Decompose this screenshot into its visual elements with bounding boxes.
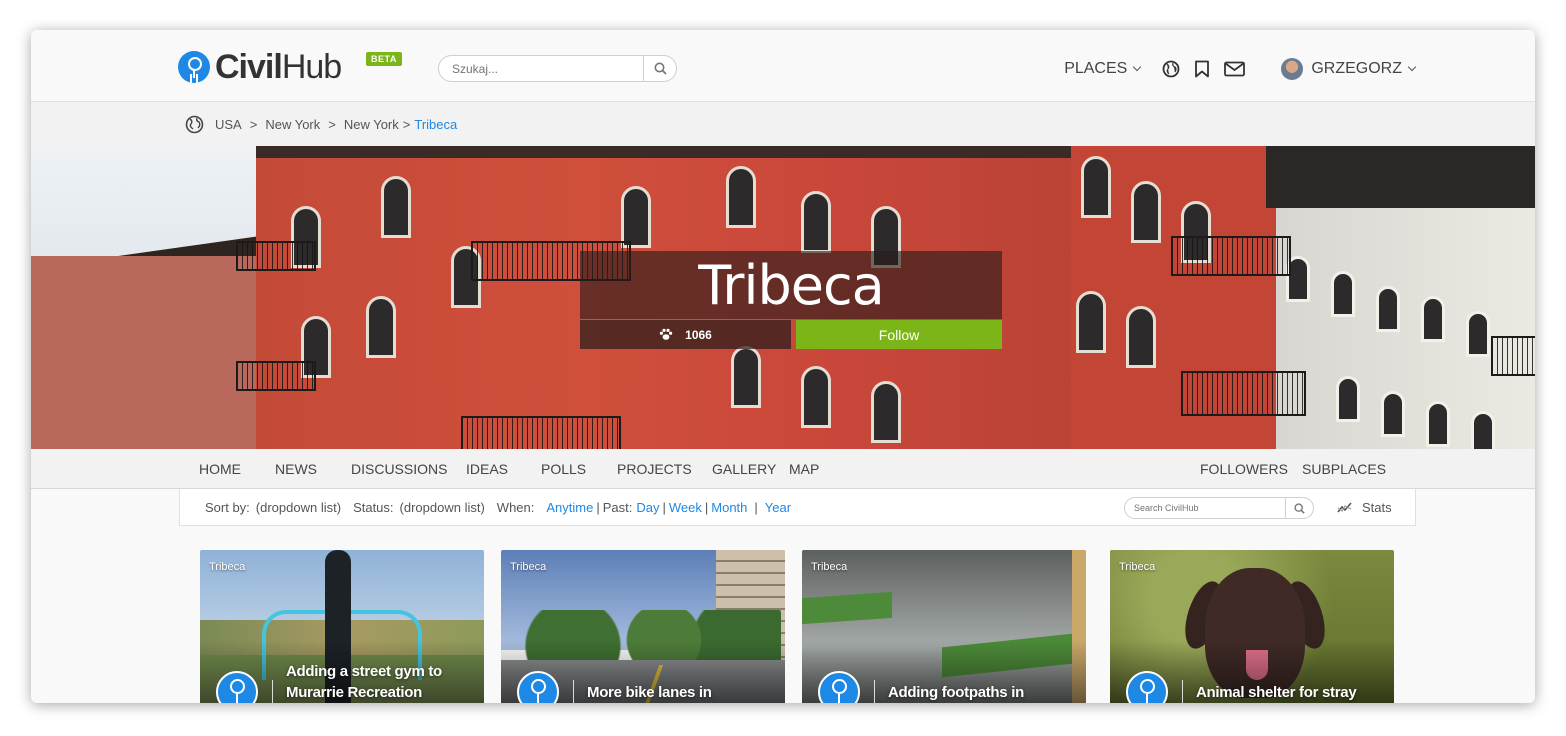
card-place-tag: Tribeca bbox=[811, 561, 848, 573]
search-icon bbox=[1293, 502, 1305, 514]
tab-ideas[interactable]: IDEAS bbox=[466, 461, 508, 477]
content-search-input[interactable] bbox=[1125, 498, 1285, 518]
globe-icon bbox=[1162, 60, 1180, 78]
card-title: Animal shelter for stray bbox=[1196, 684, 1357, 701]
breadcrumb: USA > New York > New York > Tribeca bbox=[31, 102, 1535, 147]
chevron-down-icon bbox=[1133, 62, 1142, 72]
place-title: Tribeca bbox=[698, 254, 885, 317]
user-menu[interactable]: GRZEGORZ bbox=[1281, 58, 1417, 80]
filter-bar: Sort by: (dropdown list) Status: (dropdo… bbox=[179, 489, 1416, 526]
idea-card[interactable]: Tribeca More bike lanes in bbox=[501, 550, 785, 703]
tab-discussions[interactable]: DISCUSSIONS bbox=[351, 461, 447, 477]
mail-icon bbox=[1224, 61, 1246, 77]
tab-projects[interactable]: PROJECTS bbox=[617, 461, 692, 477]
header-nav: PLACES GRZEGORZ bbox=[1064, 58, 1417, 80]
filter-separator: | bbox=[662, 500, 666, 515]
sort-label: Sort by: bbox=[205, 500, 250, 515]
filter-row: Sort by: (dropdown list) Status: (dropdo… bbox=[205, 500, 791, 515]
stats-button[interactable]: Stats bbox=[1337, 500, 1392, 515]
browser-window: CivilHub BETA PLACES bbox=[31, 30, 1535, 703]
place-tabs: HOME NEWS DISCUSSIONS IDEAS POLLS PROJEC… bbox=[31, 449, 1535, 489]
filter-separator: | bbox=[754, 500, 758, 515]
card-place-tag: Tribeca bbox=[1119, 561, 1156, 573]
tab-subplaces[interactable]: SUBPLACES bbox=[1302, 461, 1386, 477]
card-title: Adding a street gym to Murarrie Recreati… bbox=[286, 663, 442, 701]
filter-anytime[interactable]: Anytime bbox=[546, 500, 593, 515]
card-place-tag: Tribeca bbox=[209, 561, 246, 573]
idea-card[interactable]: Tribeca Adding a street gym to Murarrie … bbox=[200, 550, 484, 703]
tab-news[interactable]: NEWS bbox=[275, 461, 317, 477]
past-label: Past: bbox=[602, 500, 633, 515]
content-search bbox=[1124, 497, 1314, 519]
status-label: Status: bbox=[353, 500, 394, 515]
breadcrumb-usa[interactable]: USA bbox=[215, 117, 242, 132]
filter-day[interactable]: Day bbox=[636, 500, 659, 515]
header-search-button[interactable] bbox=[643, 56, 676, 81]
breadcrumb-new-york-state[interactable]: New York bbox=[265, 117, 320, 132]
tab-gallery[interactable]: GALLERY bbox=[712, 461, 776, 477]
paw-icon bbox=[659, 328, 673, 341]
tab-polls[interactable]: POLLS bbox=[541, 461, 586, 477]
tab-home[interactable]: HOME bbox=[199, 461, 241, 477]
places-menu[interactable]: PLACES bbox=[1064, 60, 1142, 78]
beta-badge: BETA bbox=[366, 52, 402, 66]
breadcrumb-separator: > bbox=[402, 116, 411, 132]
card-title: Adding footpaths in bbox=[888, 684, 1024, 701]
user-avatar bbox=[1281, 58, 1304, 80]
logo-wordmark: CivilHub bbox=[215, 48, 342, 86]
breadcrumb-new-york-city[interactable]: New York bbox=[344, 117, 399, 132]
followers-count-value: 1066 bbox=[685, 327, 712, 342]
filter-separator: | bbox=[596, 500, 600, 515]
idea-card[interactable]: Tribeca Animal shelter for stray bbox=[1110, 550, 1394, 703]
header-search bbox=[438, 55, 677, 82]
card-place-tag: Tribeca bbox=[510, 561, 547, 573]
bookmark-icon bbox=[1195, 60, 1210, 78]
filter-separator: | bbox=[704, 500, 709, 515]
place-hero-banner: Tribeca 1066 Follow bbox=[31, 146, 1535, 449]
chart-trend-icon bbox=[1337, 501, 1352, 512]
card-title: More bike lanes in bbox=[587, 684, 712, 701]
civilhub-logo-icon bbox=[178, 51, 210, 83]
filter-year[interactable]: Year bbox=[765, 500, 791, 515]
civilhub-logo[interactable]: CivilHub BETA bbox=[178, 48, 402, 86]
follow-button[interactable]: Follow bbox=[796, 320, 1002, 349]
followers-count[interactable]: 1066 bbox=[580, 320, 791, 349]
messages-button[interactable] bbox=[1224, 61, 1246, 77]
status-dropdown[interactable]: (dropdown list) bbox=[400, 500, 485, 515]
filter-month[interactable]: Month bbox=[711, 500, 747, 515]
hero-building-left bbox=[31, 256, 271, 449]
places-label: PLACES bbox=[1064, 60, 1128, 77]
tab-followers[interactable]: FOLLOWERS bbox=[1200, 461, 1288, 477]
when-label: When: bbox=[496, 500, 535, 515]
stats-label: Stats bbox=[1362, 500, 1392, 515]
content-search-button[interactable] bbox=[1285, 498, 1312, 518]
top-header: CivilHub BETA PLACES bbox=[31, 30, 1535, 102]
globe-button[interactable] bbox=[1162, 60, 1180, 78]
search-icon bbox=[654, 62, 667, 75]
breadcrumb-separator: > bbox=[249, 116, 258, 132]
bookmark-button[interactable] bbox=[1194, 60, 1210, 78]
idea-card[interactable]: Tribeca Adding footpaths in bbox=[802, 550, 1086, 703]
globe-location-icon bbox=[185, 115, 204, 134]
tab-map[interactable]: MAP bbox=[789, 461, 819, 477]
breadcrumb-current: Tribeca bbox=[414, 116, 458, 132]
sort-dropdown[interactable]: (dropdown list) bbox=[256, 500, 341, 515]
user-name: GRZEGORZ bbox=[1311, 60, 1402, 77]
filter-week[interactable]: Week bbox=[669, 500, 702, 515]
breadcrumb-separator: > bbox=[328, 116, 336, 132]
chevron-down-icon bbox=[1407, 62, 1417, 72]
header-search-input[interactable] bbox=[439, 56, 644, 81]
